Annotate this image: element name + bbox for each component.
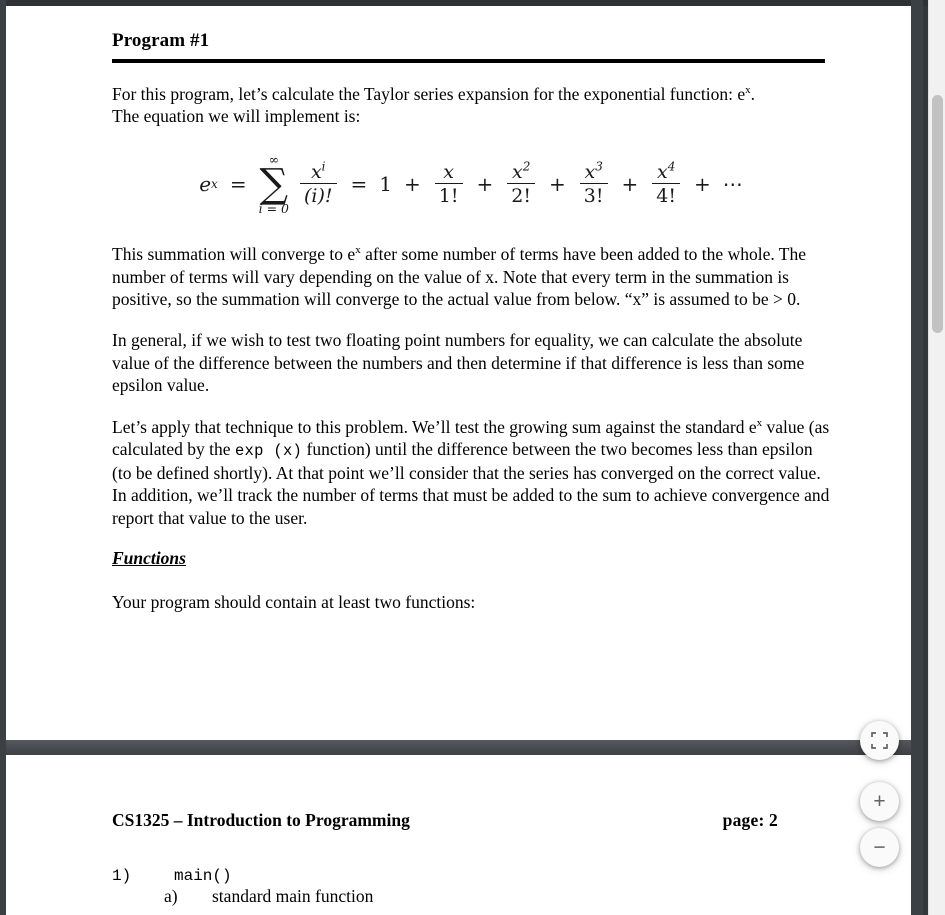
title-rule [112,59,825,63]
list-item-text: standard main function [212,885,374,906]
viewer-frame-top [0,0,945,6]
convergence-text-a: This summation will converge to e [112,244,356,265]
term3-num-exponent: 3 [595,160,603,175]
viewer-frame-left [0,0,6,915]
term2-num-exponent: 2 [522,160,531,175]
scrollbar-thumb[interactable] [932,95,943,333]
term2-num-base: x [511,161,523,184]
summand-num-base: x [310,161,322,184]
term4-denominator: 4! [652,183,681,207]
term4-num-exponent: 4 [667,160,676,175]
paragraph-functions-intro: Your program should contain at least two… [112,591,476,612]
sigma-lower-limit: i = 0 [258,200,289,216]
plus-sign-4: + [621,172,639,197]
list-item: 1) main() [112,867,831,886]
fit-to-page-button[interactable] [860,721,899,760]
intro-text-line2: The equation we will implement is: [112,106,361,127]
minus-icon: − [873,836,886,859]
paragraph-technique: Let’s apply that technique to this probl… [112,416,831,529]
term-fraction-2: x2 2! [507,160,536,207]
list-item-text: main() [174,867,232,885]
zoom-in-button[interactable]: + [860,782,899,821]
equation-ellipsis: ⋯ [722,172,744,197]
list-item: a) standard main function [112,886,831,907]
term1-numerator: x [443,161,454,184]
document-page-2: CS1325 – Introduction to Programming pag… [6,755,911,915]
plus-sign-5: + [694,172,711,197]
paragraph-convergence: This summation will converge to ex after… [112,243,831,310]
term2-numerator: x2 [508,160,534,184]
summand-denominator: (i)! [299,183,337,207]
page-title: Program #1 [112,30,210,51]
term3-num-base: x [584,161,596,184]
paragraph-epsilon: In general, if we wish to test two float… [112,330,805,396]
fit-to-page-icon [871,732,888,749]
equation-lhs: ex [199,172,218,197]
lhs-base: e [199,172,212,197]
sigma-symbol: ∑ [259,161,289,208]
course-title: CS1325 – Introduction to Programming [112,810,410,830]
equals-sign-2: = [350,172,368,197]
summation-operator: ∞ ∑ i = 0 [258,153,289,216]
equals-sign-1: = [229,172,247,197]
paragraph-intro: For this program, let’s calculate the Ta… [112,83,831,128]
term4-num-base: x [656,161,668,184]
term-constant-1: 1 [379,172,393,197]
zoom-out-button[interactable]: − [860,828,899,867]
technique-code-exp: exp (x) [234,441,303,460]
list-marker: a) [164,885,178,906]
term-fraction-1: x 1! [434,161,463,207]
viewer-frame-right [911,0,923,915]
document-page-1: Program #1 For this program, let’s calcu… [6,6,911,740]
technique-text-a: Let’s apply that technique to this probl… [112,416,757,437]
plus-sign-3: + [549,172,566,197]
plus-sign-2: + [476,172,494,197]
plus-icon: + [873,790,886,813]
term2-denominator: 2! [507,183,536,207]
term4-numerator: x4 [653,160,679,184]
page-separator [6,740,911,755]
intro-text-b: . [750,84,756,104]
vertical-scrollbar[interactable] [928,0,945,915]
term3-numerator: x3 [580,160,606,184]
summand-num-exponent: i [321,160,326,175]
page-number: page: 2 [722,810,778,830]
summand-fraction: xi (i)! [299,160,337,207]
taylor-series-equation: ex = ∞ ∑ i = 0 xi (i)! = 1 + x 1! + x2 2… [112,153,831,216]
term1-denominator: 1! [434,183,463,207]
list-marker: 1) [112,867,132,885]
pdf-viewer[interactable]: Program #1 For this program, let’s calcu… [0,0,945,915]
intro-text-a: For this program, let’s calculate the Ta… [112,84,746,104]
section-heading-functions: Functions [112,547,186,568]
summand-numerator: xi [307,160,330,184]
page-header: CS1325 – Introduction to Programming pag… [112,755,831,831]
plus-sign-1: + [404,172,421,197]
term3-denominator: 3! [579,183,608,207]
term-fraction-4: x4 4! [652,160,681,207]
functions-list: 1) main() a) standard main function [112,867,831,907]
term-fraction-3: x3 3! [579,160,608,207]
